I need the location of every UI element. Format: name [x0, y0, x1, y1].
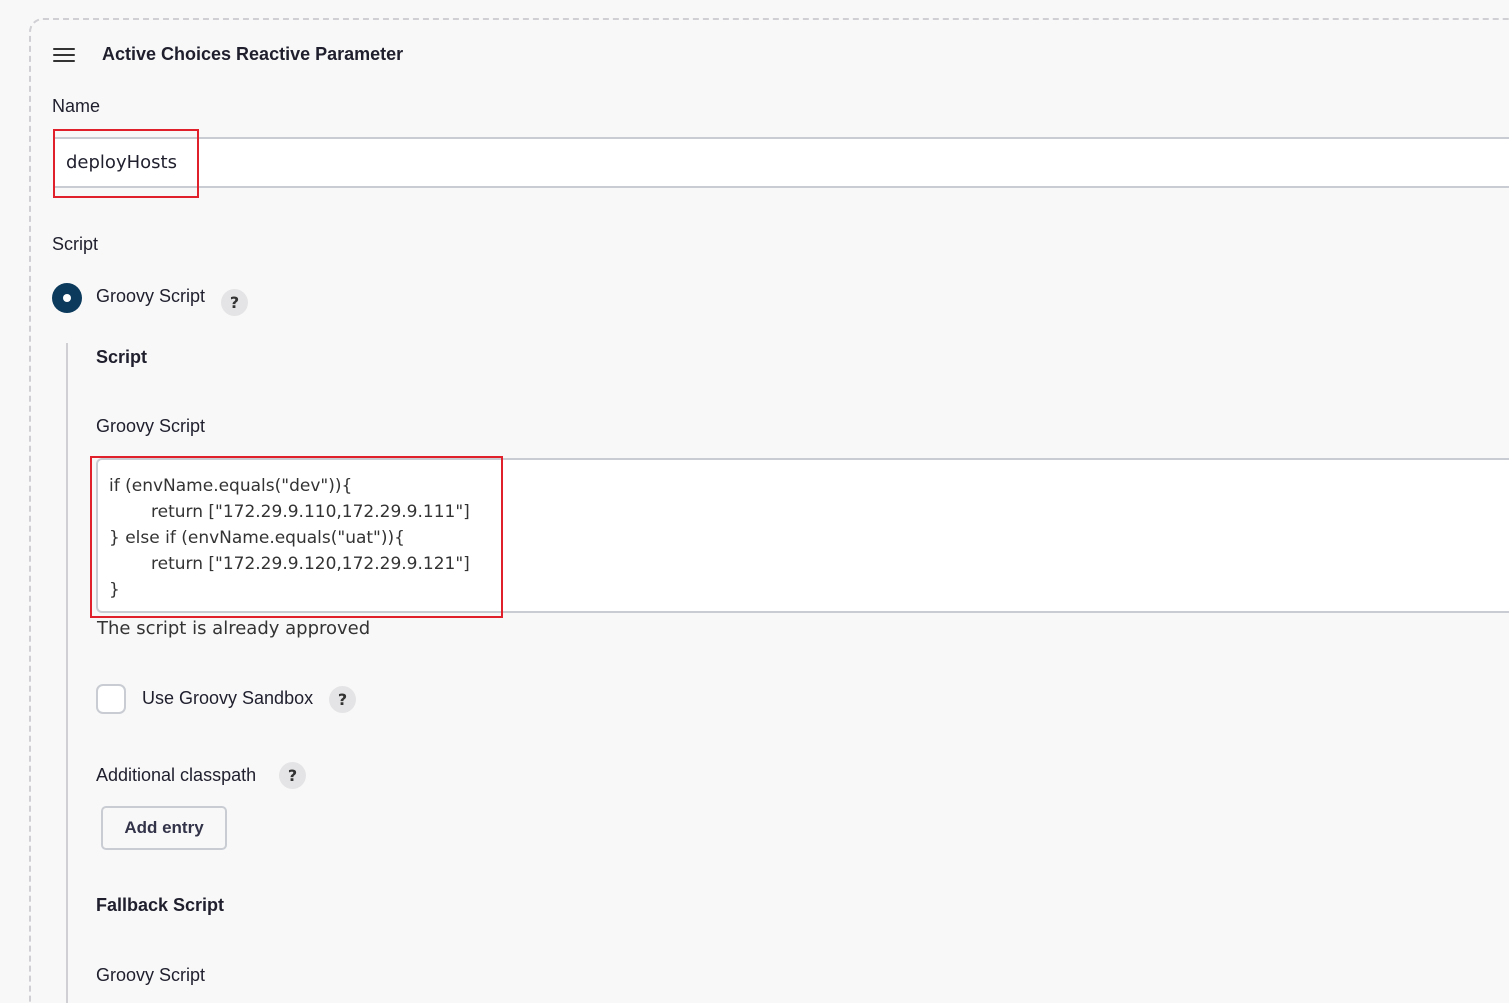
fallback-groovy-script-label: Groovy Script [96, 965, 206, 985]
groovy-script-radio[interactable] [52, 283, 82, 313]
add-entry-button[interactable]: Add entry [101, 806, 227, 850]
groovy-sandbox-label[interactable]: Use Groovy Sandbox [142, 688, 313, 709]
groovy-sandbox-help-icon[interactable]: ? [329, 686, 356, 713]
classpath-label: Additional classpath [96, 765, 257, 785]
code-line: return ["172.29.9.110,172.29.9.111"] [151, 502, 470, 522]
radio-dot-icon [63, 294, 71, 302]
code-line: if (envName.equals("dev")){ [109, 476, 353, 496]
nested-section-guide [66, 343, 68, 1003]
groovy-sandbox-checkbox[interactable] [96, 684, 126, 714]
hamburger-icon[interactable] [53, 48, 75, 62]
groovy-script-label: Groovy Script [96, 416, 206, 436]
code-line: } else if (envName.equals("uat")){ [109, 528, 405, 548]
name-input[interactable] [53, 137, 1509, 188]
script-section-title: Script [96, 347, 148, 367]
code-line: } [109, 580, 120, 600]
groovy-script-radio-label[interactable]: Groovy Script [96, 286, 205, 307]
name-label: Name [52, 96, 101, 116]
script-label: Script [52, 234, 99, 254]
approval-status: The script is already approved [97, 618, 371, 639]
classpath-help-icon[interactable]: ? [279, 762, 306, 789]
groovy-script-textarea[interactable]: if (envName.equals("dev")){ return ["172… [96, 458, 1509, 613]
config-page: Active Choices Reactive Parameter Name S… [0, 0, 1509, 1003]
groovy-script-help-icon[interactable]: ? [221, 289, 248, 316]
code-line: return ["172.29.9.120,172.29.9.121"] [151, 554, 470, 574]
parameter-title: Active Choices Reactive Parameter [102, 44, 404, 64]
fallback-section-title: Fallback Script [96, 895, 225, 915]
